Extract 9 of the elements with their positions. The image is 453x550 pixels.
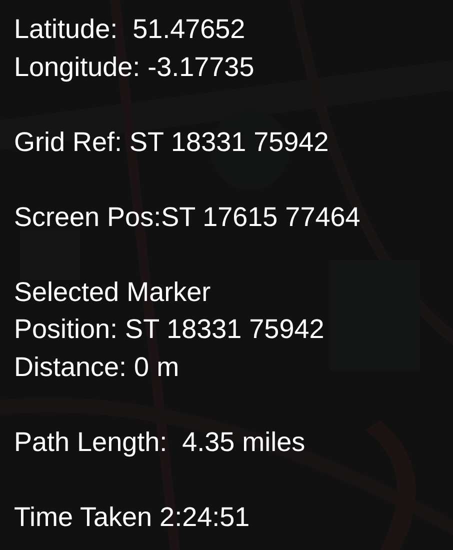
info-text: Selected Marker	[14, 276, 211, 308]
info-text: Latitude: 51.47652	[14, 13, 246, 46]
info-text: Position: ST 18331 75942	[14, 313, 324, 346]
info-text: Distance: 0 m	[14, 350, 180, 384]
info-text: Time Taken 2:24:51	[14, 500, 250, 534]
info-text: Path Length: 4.35 miles	[14, 426, 306, 459]
info-text: Screen Pos:ST 17615 77464	[14, 200, 360, 234]
info-text: Longitude: -3.17735	[14, 50, 254, 84]
info-text: Grid Ref: ST 18331 75942	[14, 126, 329, 158]
